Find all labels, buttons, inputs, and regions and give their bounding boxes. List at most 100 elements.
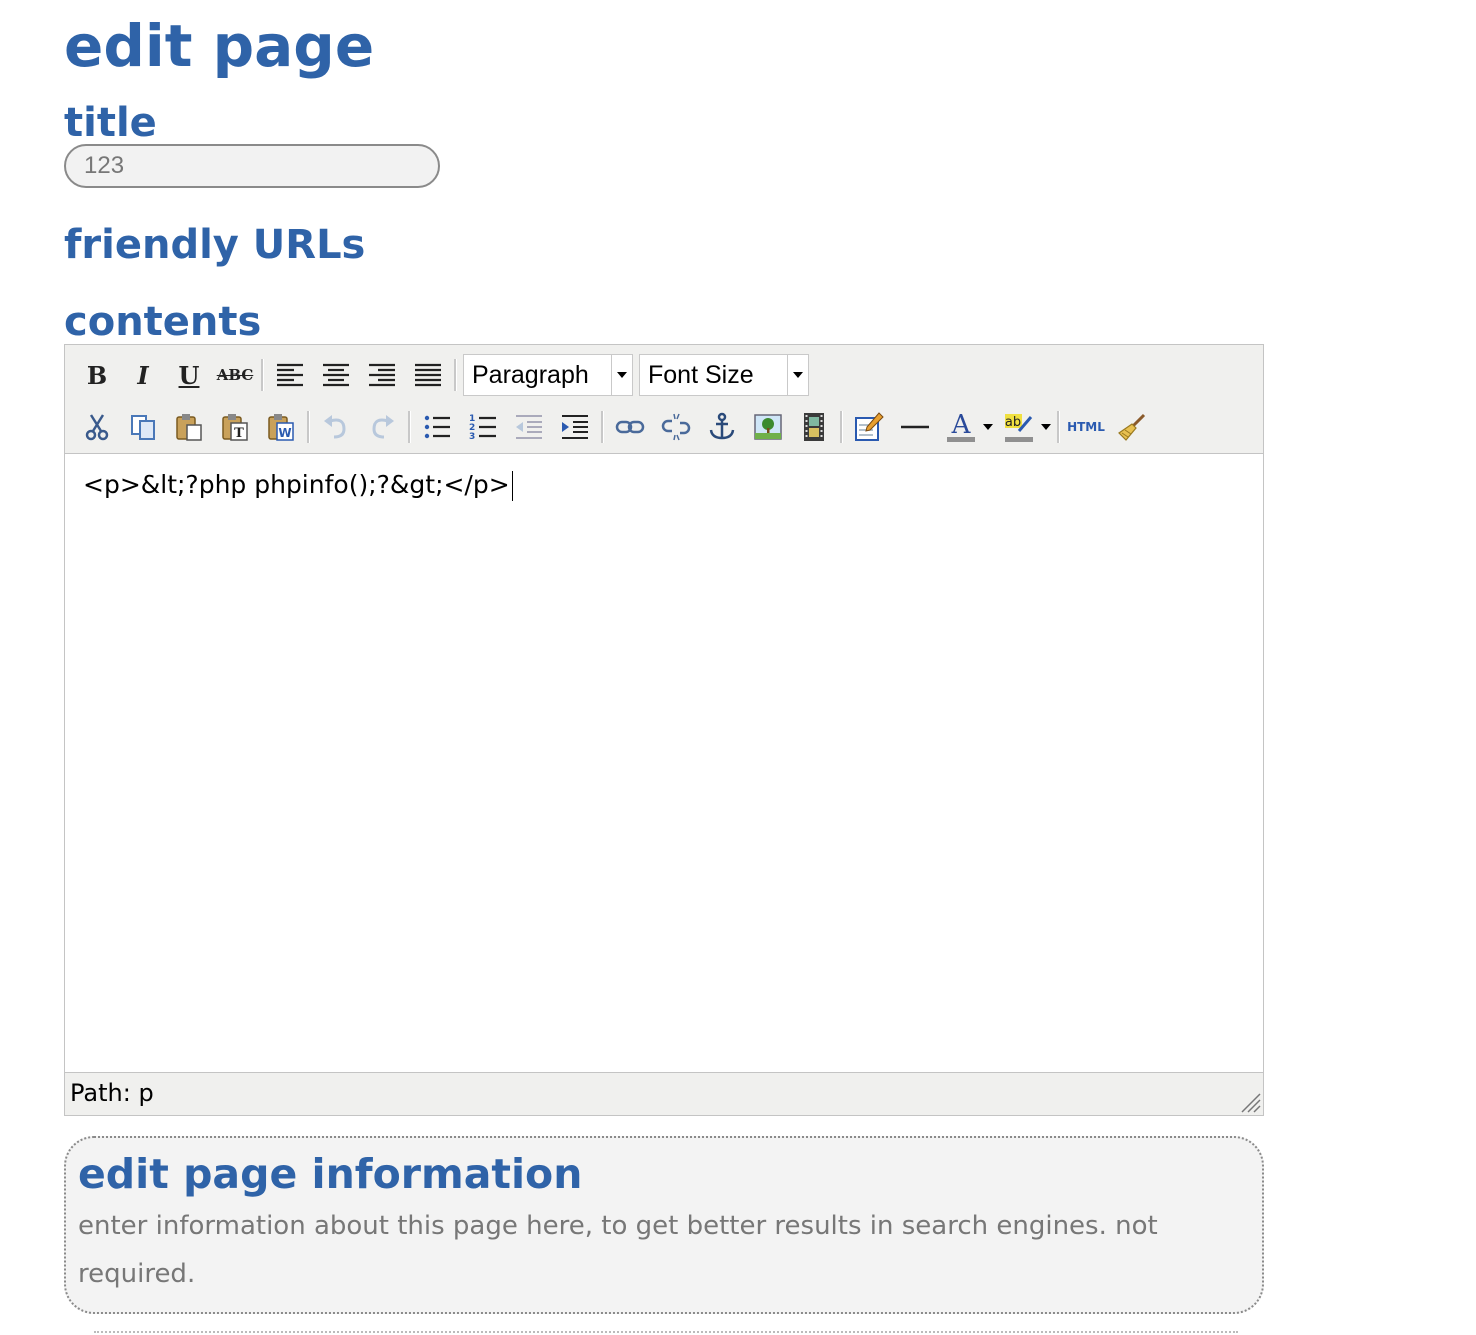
image-button[interactable] [748,407,788,447]
element-path: Path: p [70,1079,154,1107]
bold-icon: B [86,360,108,390]
image-icon [754,414,782,440]
cleanup-button[interactable] [1112,407,1152,447]
html-source-icon: HTML [1067,420,1105,434]
horizontal-rule-button[interactable] [895,407,935,447]
highlight-color-dropdown[interactable] [1039,424,1053,430]
align-left-button[interactable] [270,355,310,395]
bullet-list-button[interactable] [417,407,457,447]
toolbar-row-2: T W 123 A ab HTML [77,405,1158,449]
align-center-button[interactable] [316,355,356,395]
chevron-down-icon[interactable] [611,355,632,395]
paste-text-button[interactable]: T [215,407,255,447]
chevron-down-icon [1041,424,1051,430]
title-section-heading: title [64,100,157,146]
svg-text:A: A [951,411,972,440]
page-information-heading[interactable]: edit page information [78,1148,582,1200]
link-button[interactable] [610,407,650,447]
format-select[interactable]: Paragraph [463,354,633,396]
chevron-down-icon[interactable] [787,355,808,395]
numbered-list-button[interactable]: 123 [463,407,503,447]
link-icon [615,420,645,434]
toolbar-separator [1057,411,1060,443]
edit-button[interactable] [849,407,889,447]
align-right-icon [369,363,395,387]
title-input[interactable] [64,144,440,188]
undo-icon [324,415,346,439]
redo-icon [372,415,394,439]
fontsize-select[interactable]: Font Size [639,354,809,396]
toolbar-separator [454,359,457,391]
strikethrough-icon: ABC [216,366,254,384]
fontsize-select-value: Font Size [648,360,754,389]
svg-text:ab: ab [1005,415,1021,430]
cleanup-icon [1118,413,1146,441]
paste-text-icon: T [222,414,248,441]
underline-icon: U [178,360,200,390]
redo-button[interactable] [362,407,402,447]
page-information-panel[interactable]: edit page information enter information … [64,1136,1264,1314]
resize-handle-icon[interactable] [1239,1091,1261,1113]
media-icon [804,413,824,441]
toolbar-separator [307,411,310,443]
svg-text:W: W [278,426,291,440]
italic-icon: I [137,360,149,390]
paste-word-button[interactable]: W [261,407,301,447]
copy-button[interactable] [123,407,163,447]
cut-icon [85,414,109,441]
rich-text-editor: B I U ABC Paragraph Font Size T W 1 2 3 … [64,344,1264,1116]
toolbar-separator [261,359,264,391]
svg-text:3: 3 [469,432,475,442]
highlight-color-button[interactable]: ab [999,407,1039,447]
editor-content-paragraph[interactable]: <p>&lt;?php phpinfo();?&gt;</p> [83,468,513,502]
highlight-color-icon: ab [1005,414,1033,442]
page-title: edit page [64,12,375,80]
editor-text: <p>&lt;?php phpinfo();?&gt;</p> [83,470,510,499]
anchor-button[interactable] [702,407,742,447]
edit-icon [855,412,884,441]
toolbar-separator [840,411,843,443]
paste-button[interactable] [169,407,209,447]
cut-button[interactable] [77,407,117,447]
paste-word-icon: W [268,414,294,441]
text-color-button[interactable]: A [941,407,981,447]
strikethrough-button[interactable]: ABC [215,355,255,395]
format-select-value: Paragraph [472,360,589,389]
indent-button[interactable] [555,407,595,447]
toolbar-separator [408,411,411,443]
undo-button[interactable] [316,407,356,447]
align-center-icon [323,363,349,387]
bold-button[interactable]: B [77,355,117,395]
copy-icon [131,415,155,440]
unlink-button[interactable] [656,407,696,447]
align-justify-button[interactable] [408,355,448,395]
media-button[interactable] [794,407,834,447]
indent-icon [562,415,588,439]
text-color-icon: A [947,411,975,442]
divider [94,1331,1238,1333]
anchor-icon [709,412,735,440]
html-source-button[interactable]: HTML [1066,407,1106,447]
svg-text:T: T [234,426,244,441]
unlink-icon [661,413,691,441]
paste-icon [176,414,202,441]
horizontal-rule-icon [901,425,929,429]
align-left-icon [277,363,303,387]
text-color-dropdown[interactable] [981,424,995,430]
editor-statusbar: Path: p [65,1073,1263,1115]
outdent-icon [516,415,542,439]
align-right-button[interactable] [362,355,402,395]
numbered-list-icon: 123 [469,414,496,442]
friendly-urls-heading: friendly URLs [64,222,366,268]
outdent-button[interactable] [509,407,549,447]
italic-button[interactable]: I [123,355,163,395]
contents-heading: contents [64,299,262,345]
page-information-description: enter information about this page here, … [78,1211,1158,1289]
underline-button[interactable]: U [169,355,209,395]
editor-content-area[interactable]: <p>&lt;?php phpinfo();?&gt;</p> [65,454,1263,1073]
editor-toolbar: B I U ABC Paragraph Font Size T W 1 2 3 … [65,345,1263,454]
bullet-list-icon [424,415,450,439]
toolbar-separator [601,411,604,443]
align-justify-icon [415,363,441,387]
chevron-down-icon [983,424,993,430]
